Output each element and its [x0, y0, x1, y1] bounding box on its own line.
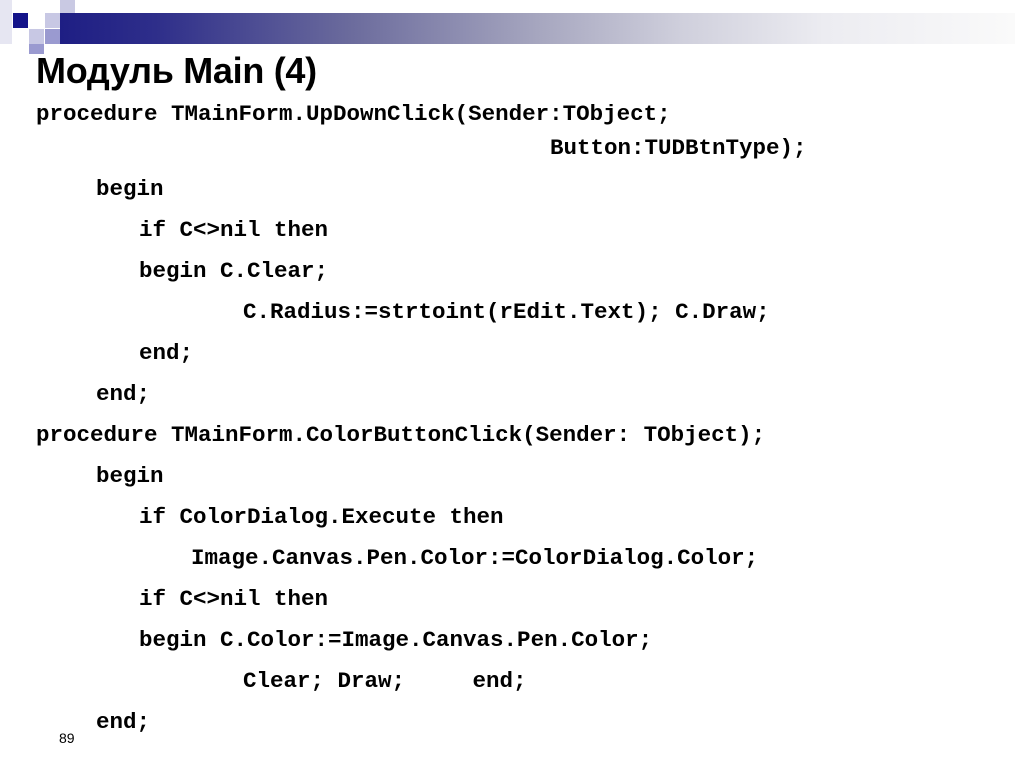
- code-line: begin: [96, 463, 164, 489]
- code-line: procedure TMainForm.ColorButtonClick(Sen…: [36, 422, 766, 448]
- code-line: if C<>nil then: [139, 217, 329, 243]
- deco-square-light-3: [29, 29, 44, 44]
- code-line: end;: [96, 709, 151, 735]
- code-block: procedure TMainForm.UpDownClick(Sender:T…: [0, 0, 807, 735]
- code-line: Button:TUDBtnType);: [550, 135, 807, 161]
- code-line: if C<>nil then: [139, 586, 329, 612]
- deco-square-faint-top: [60, 0, 75, 13]
- deco-square-light-2: [45, 13, 60, 28]
- slide-number: 89: [59, 730, 75, 746]
- code-line: begin C.Color:=Image.Canvas.Pen.Color;: [139, 627, 653, 653]
- code-line: C.Radius:=strtoint(rEdit.Text); C.Draw;: [243, 299, 770, 325]
- title-gradient-bar: [60, 13, 1015, 44]
- code-line: Image.Canvas.Pen.Color:=ColorDialog.Colo…: [191, 545, 759, 571]
- code-line: end;: [139, 340, 194, 366]
- deco-square-mid-1: [45, 29, 60, 44]
- code-line: procedure TMainForm.UpDownClick(Sender:T…: [36, 101, 671, 127]
- code-line: Clear; Draw; end;: [243, 668, 527, 694]
- code-line: begin: [96, 176, 164, 202]
- code-line: begin C.Clear;: [139, 258, 329, 284]
- slide-title: Модуль Main (4): [36, 50, 317, 91]
- code-line: if ColorDialog.Execute then: [139, 504, 504, 530]
- code-line: end;: [96, 381, 151, 407]
